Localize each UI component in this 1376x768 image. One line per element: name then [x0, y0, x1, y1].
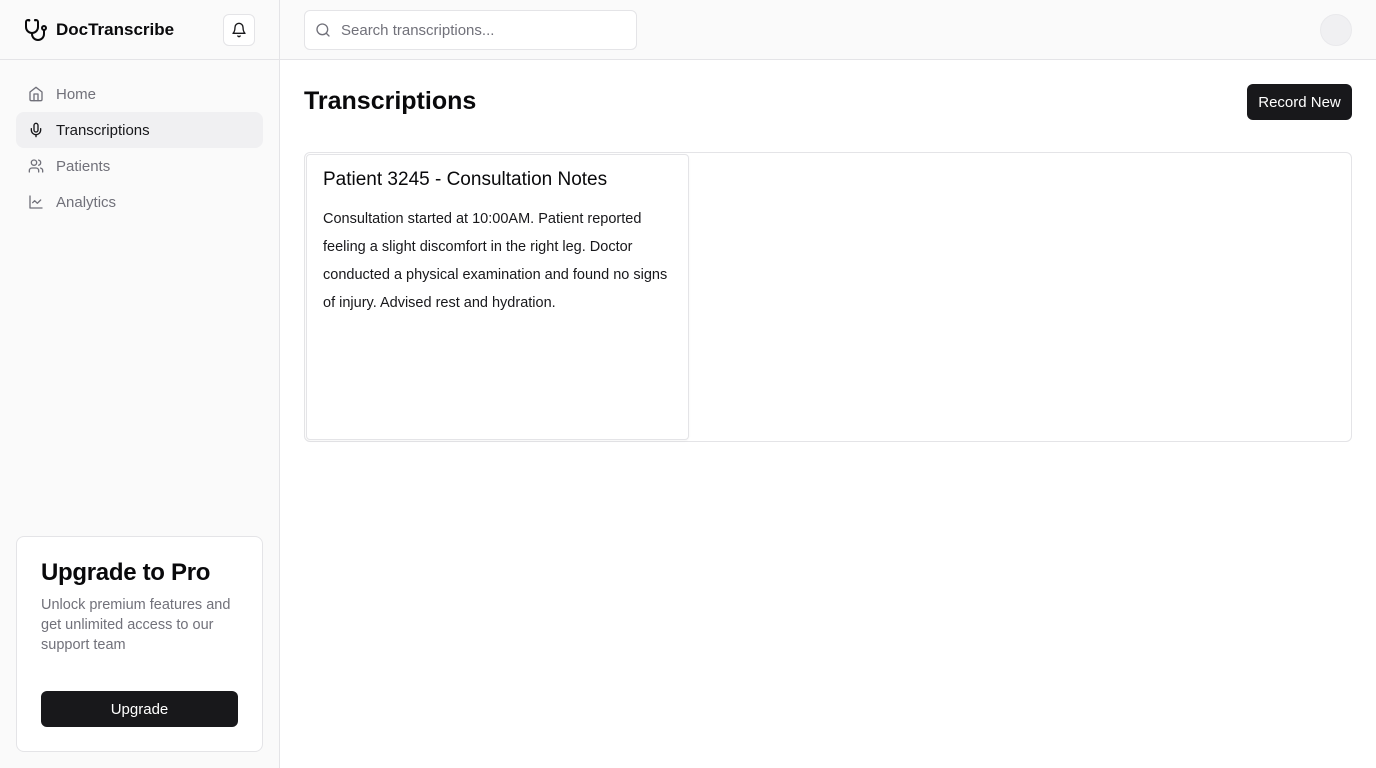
upgrade-card: Upgrade to Pro Unlock premium features a… [16, 536, 263, 752]
search-box [304, 10, 637, 50]
mic-icon [28, 122, 44, 138]
transcription-card[interactable]: Patient 3245 - Consultation Notes Consul… [306, 154, 689, 440]
upgrade-title: Upgrade to Pro [41, 559, 211, 586]
sidebar-item-label: Home [56, 85, 97, 103]
home-icon [28, 86, 44, 102]
line-chart-icon [28, 194, 44, 210]
app-name: DocTranscribe [56, 19, 175, 39]
brand-bar: DocTranscribe [0, 0, 279, 60]
sidebar-item-label: Transcriptions [56, 121, 150, 139]
search-input[interactable] [341, 21, 621, 39]
notifications-button[interactable] [223, 14, 255, 46]
transcription-title: Patient 3245 - Consultation Notes [323, 169, 608, 190]
top-bar [280, 0, 1376, 60]
upgrade-button[interactable]: Upgrade [41, 691, 238, 727]
sidebar-item-analytics[interactable]: Analytics [16, 184, 263, 220]
upgrade-description: Unlock premium features and get unlimite… [41, 597, 231, 653]
stethoscope-icon [24, 18, 48, 42]
sidebar-item-transcriptions[interactable]: Transcriptions [16, 112, 263, 148]
avatar[interactable] [1320, 14, 1352, 46]
sidebar-item-home[interactable]: Home [16, 76, 263, 112]
sidebar-nav: Home Transcriptions Patients Analytics [0, 60, 279, 220]
sidebar: DocTranscribe Home Transcriptions Patien… [0, 0, 280, 768]
transcription-body: Consultation started at 10:00AM. Patient… [323, 211, 668, 311]
sidebar-item-label: Patients [56, 157, 111, 175]
search-icon [315, 22, 331, 38]
record-new-button[interactable]: Record New [1247, 84, 1352, 120]
users-icon [28, 158, 44, 174]
transcriptions-list: Patient 3245 - Consultation Notes Consul… [304, 152, 1352, 442]
sidebar-item-label: Analytics [56, 193, 117, 211]
page-title: Transcriptions [304, 87, 477, 115]
bell-icon [231, 22, 247, 38]
sidebar-item-patients[interactable]: Patients [16, 148, 263, 184]
